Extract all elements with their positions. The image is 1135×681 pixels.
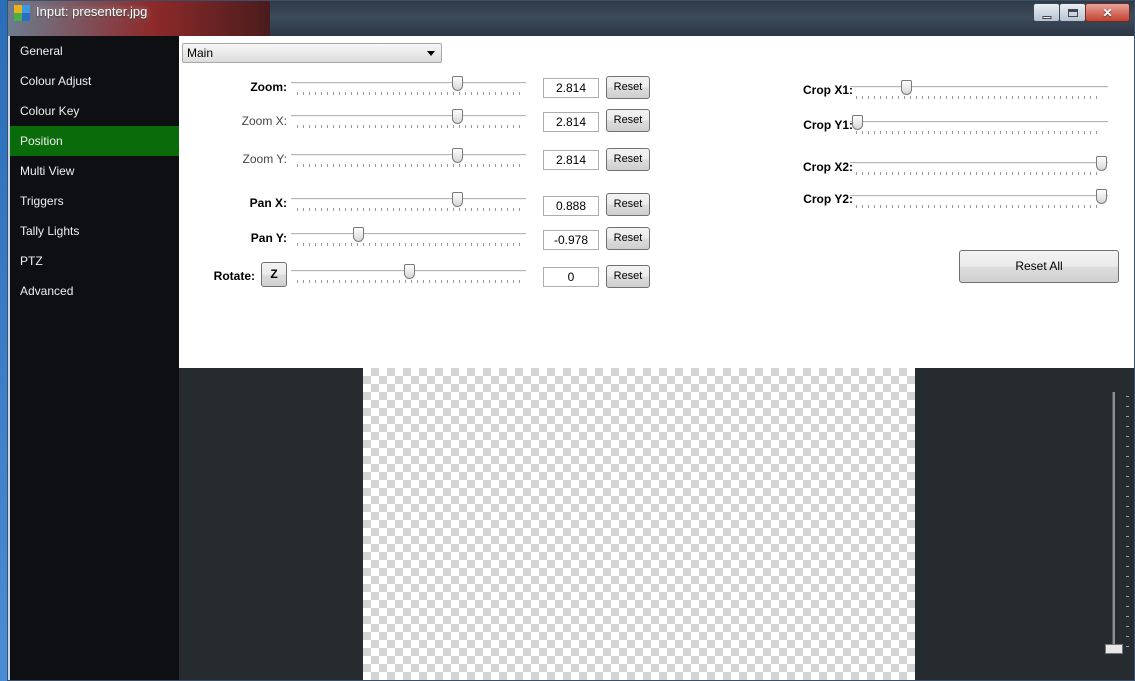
slider-ticks	[297, 164, 520, 167]
pan-y-label: Pan Y:	[250, 231, 287, 245]
close-icon: ✕	[1102, 5, 1113, 20]
chevron-down-icon	[427, 51, 435, 56]
crop-y2-label: Crop Y2:	[803, 192, 853, 206]
sidebar-item-triggers[interactable]: Triggers	[10, 186, 179, 216]
zoom-x-value[interactable]: 2.814	[543, 112, 599, 132]
slider-track	[291, 154, 526, 156]
volume-slider-track[interactable]	[1112, 392, 1115, 652]
rotate-z-button[interactable]: Z	[261, 262, 287, 287]
sidebar: General Colour Adjust Colour Key Positio…	[10, 36, 179, 680]
reset-all-button[interactable]: Reset All	[959, 250, 1119, 283]
sidebar-item-colour-adjust[interactable]: Colour Adjust	[10, 66, 179, 96]
slider-ticks	[856, 131, 1102, 134]
sidebar-item-position[interactable]: Position	[10, 126, 179, 156]
pan-x-slider[interactable]	[291, 192, 526, 214]
slider-track	[850, 195, 1108, 197]
slider-track	[291, 115, 526, 117]
sidebar-item-multi-view[interactable]: Multi View	[10, 156, 179, 186]
pan-x-label: Pan X:	[249, 196, 287, 210]
slider-ticks	[297, 280, 520, 283]
slider-thumb[interactable]	[403, 264, 415, 279]
crop-x1-slider[interactable]	[850, 80, 1108, 102]
volume-slider-thumb[interactable]	[1105, 644, 1123, 654]
position-panel: Main Zoom: 2.814 Reset Zoom X: 2.814 Res…	[179, 36, 1134, 368]
zoom-y-label: Zoom Y:	[242, 152, 287, 166]
crop-x2-label: Crop X2:	[802, 160, 853, 174]
pan-y-slider[interactable]	[291, 227, 526, 249]
slider-ticks	[297, 208, 520, 211]
slider-thumb[interactable]	[452, 148, 464, 163]
crop-x1-label: Crop X1:	[802, 83, 853, 97]
slider-track	[291, 82, 526, 84]
zoom-reset-button[interactable]: Reset	[606, 76, 650, 99]
crop-y2-slider[interactable]	[850, 189, 1108, 211]
slider-track	[850, 121, 1108, 123]
maximize-icon	[1067, 8, 1078, 17]
maximize-button[interactable]	[1059, 3, 1086, 22]
zoom-label: Zoom:	[250, 80, 287, 94]
rotate-label: Rotate:	[213, 269, 255, 283]
crop-y1-label: Crop Y1:	[803, 118, 853, 132]
zoom-x-reset-button[interactable]: Reset	[606, 109, 650, 132]
crop-y1-slider[interactable]	[850, 115, 1108, 137]
title-bar[interactable]: Input: presenter.jpg ✕	[8, 1, 1134, 36]
input-window: Input: presenter.jpg ✕ General Colour Ad…	[7, 0, 1135, 681]
sidebar-item-ptz[interactable]: PTZ	[10, 246, 179, 276]
slider-ticks	[297, 125, 520, 128]
slider-ticks	[297, 92, 520, 95]
sidebar-item-colour-key[interactable]: Colour Key	[10, 96, 179, 126]
window-title: Input: presenter.jpg	[36, 4, 148, 19]
slider-ticks	[856, 96, 1102, 99]
minimize-icon	[1042, 16, 1051, 19]
rotate-reset-button[interactable]: Reset	[606, 265, 650, 288]
pan-y-value[interactable]: -0.978	[543, 230, 599, 250]
minimize-button[interactable]	[1033, 3, 1060, 22]
sidebar-item-general[interactable]: General	[10, 36, 179, 66]
layer-select-value: Main	[187, 46, 214, 60]
slider-thumb[interactable]	[1096, 156, 1107, 171]
slider-thumb[interactable]	[852, 115, 863, 130]
slider-ticks	[856, 205, 1102, 208]
slider-track	[850, 86, 1108, 88]
slider-ticks	[297, 243, 520, 246]
sidebar-item-advanced[interactable]: Advanced	[10, 276, 179, 306]
close-button[interactable]: ✕	[1085, 3, 1130, 22]
rotate-value[interactable]: 0	[543, 267, 599, 287]
crop-x2-slider[interactable]	[850, 156, 1108, 178]
zoom-value[interactable]: 2.814	[543, 78, 599, 98]
zoom-y-value[interactable]: 2.814	[543, 150, 599, 170]
sidebar-item-tally-lights[interactable]: Tally Lights	[10, 216, 179, 246]
pan-x-value[interactable]: 0.888	[543, 196, 599, 216]
layer-select[interactable]: Main	[182, 43, 442, 63]
slider-thumb[interactable]	[452, 192, 464, 207]
pan-y-reset-button[interactable]: Reset	[606, 227, 650, 250]
pan-x-reset-button[interactable]: Reset	[606, 193, 650, 216]
app-icon	[14, 5, 30, 21]
slider-ticks	[856, 172, 1102, 175]
preview-canvas[interactable]	[363, 368, 915, 680]
slider-thumb[interactable]	[900, 80, 912, 95]
slider-thumb[interactable]	[1096, 189, 1107, 204]
preview-area	[179, 368, 1134, 680]
zoom-slider[interactable]	[291, 76, 526, 98]
slider-thumb[interactable]	[452, 76, 464, 91]
slider-track	[291, 198, 526, 200]
volume-slider-ticks	[1126, 396, 1129, 652]
slider-track	[291, 233, 526, 235]
zoom-x-slider[interactable]	[291, 109, 526, 131]
rotate-slider[interactable]	[291, 264, 526, 286]
slider-track	[850, 162, 1108, 164]
zoom-x-label: Zoom X:	[241, 114, 287, 128]
slider-thumb[interactable]	[452, 109, 464, 124]
slider-thumb[interactable]	[352, 227, 364, 242]
zoom-y-slider[interactable]	[291, 148, 526, 170]
zoom-y-reset-button[interactable]: Reset	[606, 148, 650, 171]
